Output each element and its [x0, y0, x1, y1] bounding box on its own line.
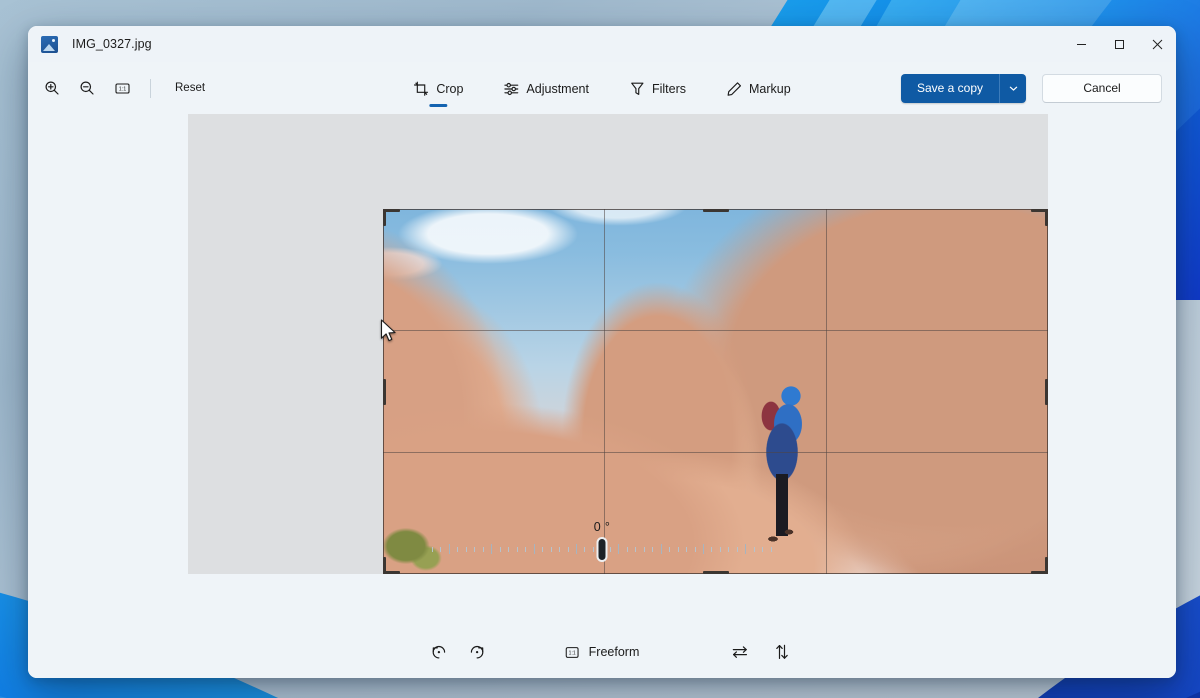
- flip-controls: [724, 637, 798, 667]
- crop-handle-bottom[interactable]: [703, 571, 729, 574]
- tab-markup-label: Markup: [749, 82, 791, 96]
- crop-handle-top-right-v[interactable]: [1045, 209, 1048, 226]
- svg-text:1:1: 1:1: [118, 86, 126, 92]
- tab-filters[interactable]: Filters: [622, 76, 693, 101]
- tab-adjustment-label: Adjustment: [526, 82, 589, 96]
- rotation-control[interactable]: 0 °: [28, 520, 1176, 560]
- flip-horizontal-icon[interactable]: [724, 637, 756, 667]
- zoom-controls: 1:1 Reset: [36, 73, 215, 103]
- command-bar: 1:1 Reset Crop: [28, 62, 1176, 114]
- tab-filters-label: Filters: [652, 82, 686, 96]
- editor-canvas[interactable]: 0 °: [28, 114, 1176, 626]
- crop-handle-left[interactable]: [383, 379, 386, 405]
- action-buttons: Save a copy Cancel: [901, 74, 1162, 103]
- sliders-icon: [503, 81, 519, 97]
- aspect-ratio-icon: 1:1: [565, 645, 580, 660]
- aspect-ratio-label: Freeform: [589, 645, 640, 659]
- toolbar-divider: [150, 79, 151, 98]
- rotate-right-icon[interactable]: [461, 637, 493, 667]
- minimize-button[interactable]: [1062, 26, 1100, 62]
- zoom-out-icon[interactable]: [71, 73, 103, 103]
- photo-stage: [188, 114, 1048, 574]
- window-controls: [1062, 26, 1176, 62]
- tab-adjustment[interactable]: Adjustment: [496, 76, 596, 101]
- svg-text:1:1: 1:1: [569, 650, 576, 656]
- save-a-copy-split-button: Save a copy: [901, 74, 1026, 103]
- tool-tabs: Crop Adjustment: [406, 76, 797, 101]
- tab-markup[interactable]: Markup: [719, 76, 798, 101]
- save-a-copy-button[interactable]: Save a copy: [901, 74, 1000, 103]
- maximize-button[interactable]: [1100, 26, 1138, 62]
- rotation-slider-thumb[interactable]: [599, 539, 606, 560]
- pen-icon: [726, 81, 742, 97]
- bottom-toolbar: 1:1 Freeform: [28, 626, 1176, 678]
- crop-handle-right[interactable]: [1045, 379, 1048, 405]
- photo-icon: [41, 36, 58, 53]
- close-button[interactable]: [1138, 26, 1176, 62]
- cancel-button[interactable]: Cancel: [1042, 74, 1162, 103]
- rotate-left-icon[interactable]: [423, 637, 455, 667]
- title-bar: IMG_0327.jpg: [28, 26, 1176, 62]
- rotation-value-label: 0 °: [594, 520, 611, 534]
- crop-icon: [413, 81, 429, 97]
- aspect-ratio-button[interactable]: 1:1 Freeform: [555, 640, 650, 665]
- rotate-controls: [423, 637, 493, 667]
- desktop-wallpaper: IMG_0327.jpg: [0, 0, 1200, 698]
- aspect-ratio-control: 1:1 Freeform: [555, 640, 650, 665]
- tab-crop-label: Crop: [436, 82, 463, 96]
- crop-handle-top-left-v[interactable]: [383, 209, 386, 226]
- crop-handle-top[interactable]: [703, 209, 729, 212]
- reset-button[interactable]: Reset: [165, 77, 215, 99]
- flip-vertical-icon[interactable]: [766, 637, 798, 667]
- window-title: IMG_0327.jpg: [72, 37, 152, 51]
- zoom-in-icon[interactable]: [36, 73, 68, 103]
- filter-icon: [629, 81, 645, 97]
- chevron-down-icon[interactable]: [1000, 74, 1026, 103]
- tab-crop[interactable]: Crop: [406, 76, 470, 101]
- rotation-ruler[interactable]: [432, 538, 772, 560]
- photos-editor-window: IMG_0327.jpg: [28, 26, 1176, 678]
- actual-size-icon[interactable]: 1:1: [106, 73, 138, 103]
